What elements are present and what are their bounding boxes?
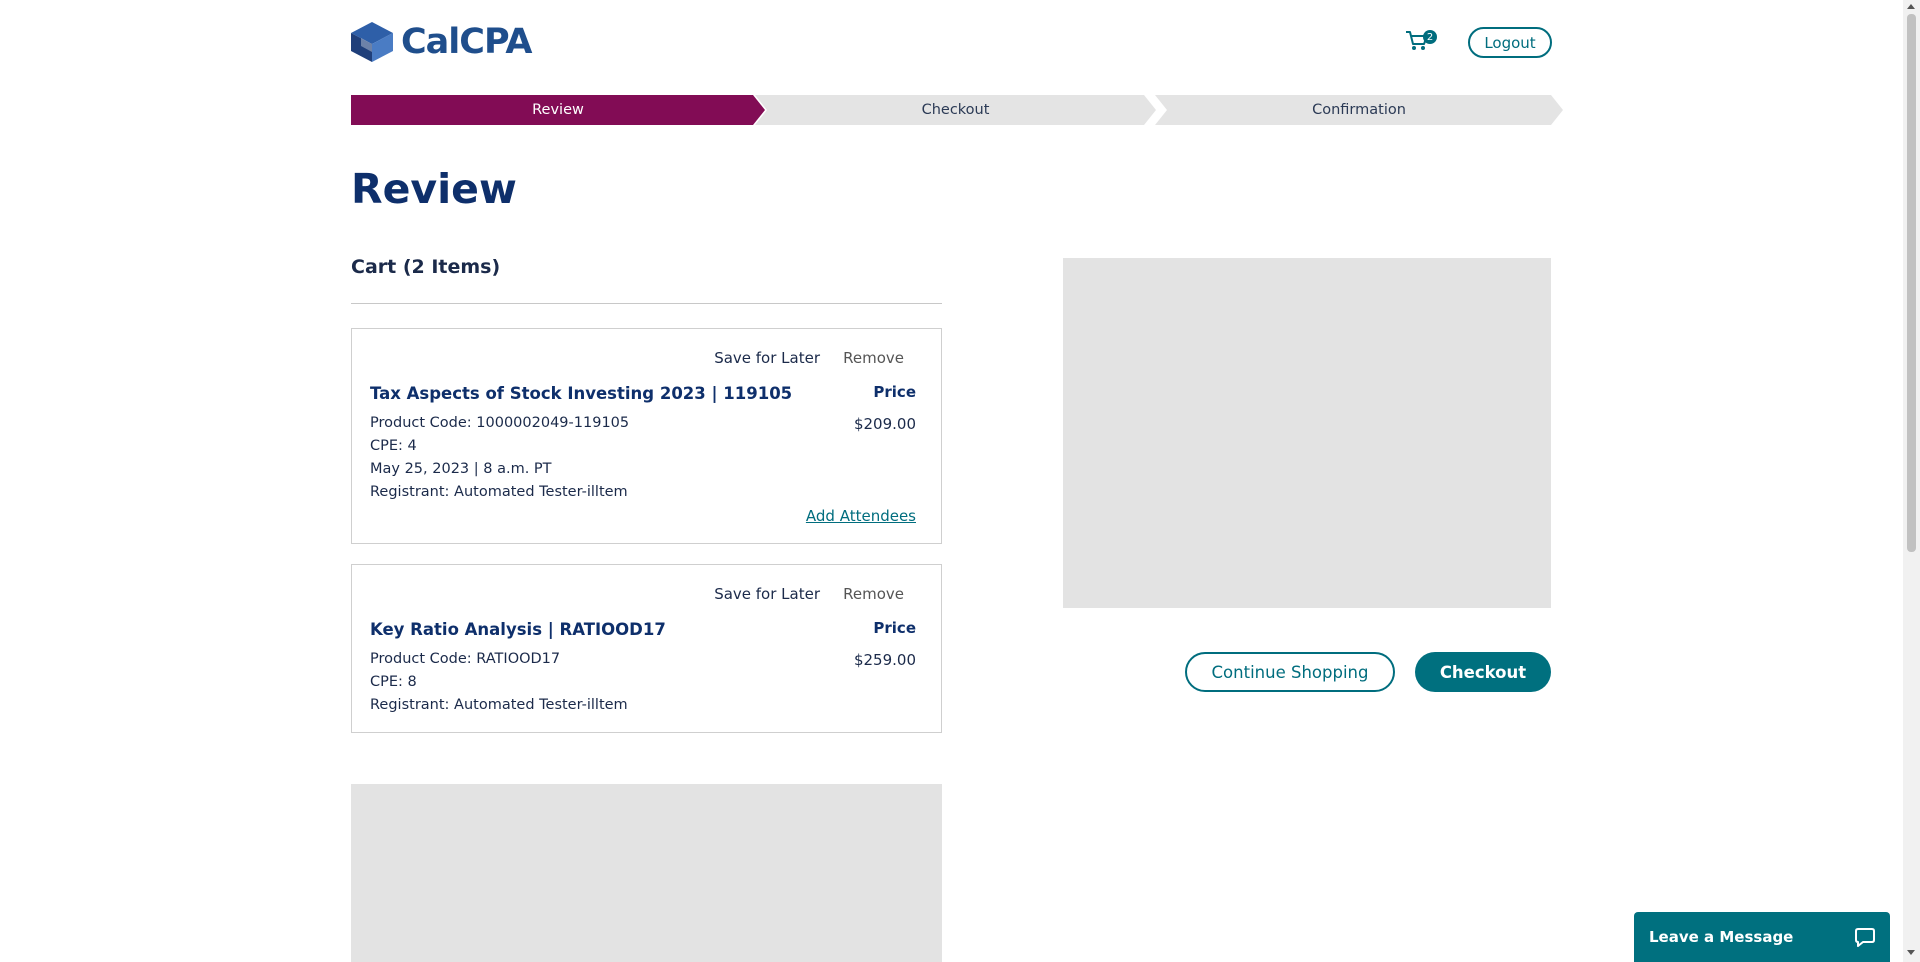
chat-bubble-icon — [1855, 928, 1875, 947]
product-code: Product Code: RATIOOD17 — [370, 651, 561, 667]
step-checkout: Checkout — [755, 95, 1156, 125]
step-confirmation: Confirmation — [1155, 95, 1563, 125]
scroll-down-arrow-icon[interactable] — [1907, 950, 1915, 955]
page: CalCPA 2 Logout Review Checkout Confirma… — [0, 0, 1920, 962]
vertical-scrollbar[interactable] — [1903, 0, 1920, 962]
logo-text: CalCPA — [401, 22, 533, 62]
chat-label: Leave a Message — [1649, 928, 1794, 946]
price-label: Price — [873, 383, 916, 401]
save-for-later-link[interactable]: Save for Later — [714, 349, 820, 367]
add-attendees-link[interactable]: Add Attendees — [806, 507, 916, 525]
cart-item: Save for Later Remove Tax Aspects of Sto… — [351, 328, 942, 544]
checkout-steps: Review Checkout Confirmation — [351, 95, 1563, 125]
cpe-credits: CPE: 4 — [370, 438, 417, 454]
cart-item: Save for Later Remove Key Ratio Analysis… — [351, 564, 942, 733]
event-date: May 25, 2023 | 8 a.m. PT — [370, 461, 552, 477]
cart-button[interactable]: 2 — [1405, 30, 1437, 56]
cart-count-badge: 2 — [1423, 30, 1437, 44]
item-price: $259.00 — [853, 651, 916, 669]
page-title: Review — [351, 165, 517, 213]
continue-shopping-button[interactable]: Continue Shopping — [1185, 652, 1395, 692]
remove-link[interactable]: Remove — [843, 349, 904, 367]
logo-mark-icon — [351, 22, 393, 62]
save-for-later-link[interactable]: Save for Later — [714, 585, 820, 603]
cpe-credits: CPE: 8 — [370, 674, 417, 690]
product-code: Product Code: 1000002049-119105 — [370, 415, 630, 431]
price-label: Price — [873, 619, 916, 637]
item-title: Key Ratio Analysis | RATIOOD17 — [370, 620, 666, 639]
scroll-thumb[interactable] — [1907, 14, 1916, 552]
chat-widget[interactable]: Leave a Message — [1634, 912, 1890, 962]
registrant: Registrant: Automated Tester-illtem — [370, 484, 628, 500]
logout-button[interactable]: Logout — [1468, 27, 1552, 58]
cart-heading: Cart (2 Items) — [351, 256, 501, 278]
registrant: Registrant: Automated Tester-illtem — [370, 697, 628, 713]
remove-link[interactable]: Remove — [843, 585, 904, 603]
order-summary-placeholder — [1063, 258, 1551, 608]
item-title: Tax Aspects of Stock Investing 2023 | 11… — [370, 384, 793, 403]
checkout-button[interactable]: Checkout — [1415, 652, 1551, 692]
divider — [351, 303, 942, 304]
scroll-up-arrow-icon[interactable] — [1907, 4, 1915, 9]
content-placeholder — [351, 784, 942, 962]
calcpa-logo[interactable]: CalCPA — [351, 22, 533, 62]
item-price: $209.00 — [853, 415, 916, 433]
step-review: Review — [351, 95, 765, 125]
